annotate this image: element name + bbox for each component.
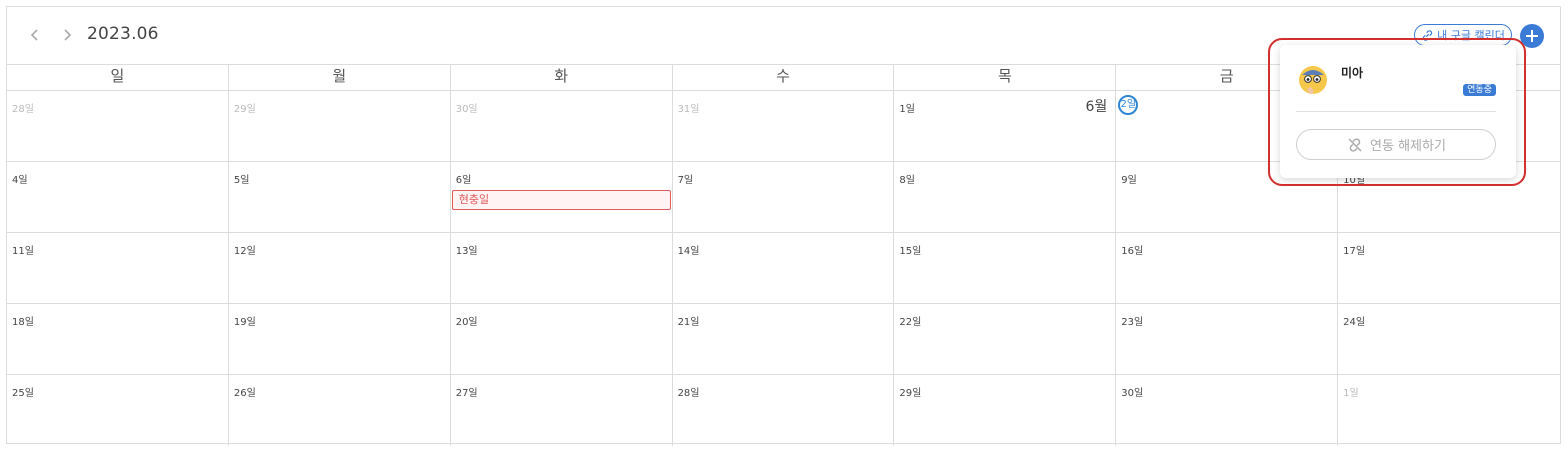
- day-number: 15일: [899, 246, 922, 257]
- month-title: 2023.06: [87, 24, 159, 44]
- plus-icon: [1526, 30, 1538, 42]
- day-number: 8일: [899, 175, 915, 186]
- prev-month-button[interactable]: [25, 23, 45, 47]
- day-number: 1일: [899, 104, 915, 115]
- day-cell[interactable]: 1일 6월: [894, 91, 1117, 161]
- day-number: 18일: [12, 317, 34, 328]
- day-cell[interactable]: 18일: [7, 304, 229, 374]
- day-cell[interactable]: 26일: [229, 375, 451, 446]
- day-cell[interactable]: 7일: [673, 162, 895, 232]
- day-cell[interactable]: 24일: [1338, 304, 1560, 374]
- status-badge: 연동중: [1463, 84, 1496, 96]
- day-number: 26일: [233, 388, 256, 399]
- day-number: 1일: [1343, 388, 1359, 399]
- day-cell[interactable]: 15일: [894, 233, 1117, 303]
- google-calendar-label: 내 구글 캘린더: [1437, 29, 1505, 42]
- day-number: 29일: [899, 388, 922, 399]
- link-icon: [1423, 29, 1433, 41]
- weekday-sunday: 일: [7, 65, 229, 90]
- day-cell[interactable]: 13일: [451, 233, 673, 303]
- unlink-icon: [1348, 137, 1362, 152]
- day-number: 19일: [233, 317, 256, 328]
- day-cell[interactable]: 4일: [7, 162, 229, 232]
- day-number: 24일: [1343, 317, 1366, 328]
- chevron-left-icon: [30, 29, 38, 41]
- day-number: 27일: [455, 388, 478, 399]
- day-cell[interactable]: 23일: [1116, 304, 1339, 374]
- week-row: 25일 26일 27일 28일 29일 30일 1일: [7, 375, 1560, 446]
- day-number: 16일: [1121, 246, 1144, 257]
- day-cell[interactable]: 14일: [673, 233, 895, 303]
- month-start-label: 6월: [1085, 99, 1108, 115]
- day-number: 23일: [1121, 317, 1144, 328]
- day-cell[interactable]: 20일: [451, 304, 673, 374]
- day-cell[interactable]: 31일: [673, 91, 895, 161]
- weekday-tuesday: 화: [451, 65, 673, 90]
- event-holiday[interactable]: 현충일: [451, 190, 671, 210]
- day-number: 25일: [12, 388, 34, 399]
- emoji-avatar-icon: [1296, 63, 1330, 97]
- day-number: 6일: [455, 175, 472, 186]
- day-number: 13일: [455, 246, 478, 257]
- divider: [1296, 111, 1496, 112]
- day-cell[interactable]: 29일: [894, 375, 1117, 446]
- unlink-button[interactable]: 연동 해제하기: [1296, 129, 1496, 160]
- day-number: 2일: [1118, 95, 1139, 115]
- day-cell[interactable]: 22일: [894, 304, 1117, 374]
- day-number: 21일: [677, 317, 700, 328]
- day-number: 5일: [233, 175, 250, 186]
- weekday-monday: 월: [229, 65, 451, 90]
- day-cell[interactable]: 1일: [1338, 375, 1560, 446]
- day-cell[interactable]: 29일: [229, 91, 451, 161]
- day-number: 14일: [677, 246, 700, 257]
- day-cell[interactable]: 6일현충일: [451, 162, 673, 232]
- day-number: 4일: [12, 175, 28, 186]
- day-cell[interactable]: 25일: [7, 375, 229, 446]
- add-event-button[interactable]: [1520, 24, 1544, 48]
- day-cell[interactable]: 30일: [451, 91, 673, 161]
- day-number: 22일: [899, 317, 922, 328]
- day-number: 11일: [12, 246, 34, 257]
- day-cell[interactable]: 5일: [229, 162, 451, 232]
- day-cell[interactable]: 19일: [229, 304, 451, 374]
- day-number: 7일: [677, 175, 694, 186]
- google-account-popup: 미아 연동중 연동 해제하기: [1280, 45, 1516, 178]
- unlink-label: 연동 해제하기: [1370, 139, 1446, 154]
- day-number: 30일: [1121, 388, 1144, 399]
- chevron-right-icon: [64, 29, 72, 41]
- day-cell[interactable]: 27일: [451, 375, 673, 446]
- day-number: 28일: [12, 104, 34, 115]
- day-number: 28일: [677, 388, 700, 399]
- day-number: 20일: [455, 317, 478, 328]
- day-number: 12일: [233, 246, 256, 257]
- day-cell[interactable]: 17일: [1338, 233, 1560, 303]
- day-number: 30일: [455, 104, 478, 115]
- day-number: 29일: [233, 104, 256, 115]
- day-cell[interactable]: 8일: [894, 162, 1117, 232]
- user-name: 미아: [1341, 66, 1364, 80]
- day-cell[interactable]: 30일: [1116, 375, 1339, 446]
- weekday-thursday: 목: [894, 65, 1117, 90]
- day-cell[interactable]: 11일: [7, 233, 229, 303]
- week-row: 18일 19일 20일 21일 22일 23일 24일: [7, 304, 1560, 375]
- weekday-wednesday: 수: [673, 65, 895, 90]
- day-number: 31일: [677, 104, 700, 115]
- google-calendar-button[interactable]: 내 구글 캘린더: [1414, 24, 1512, 46]
- day-cell[interactable]: 28일: [673, 375, 895, 446]
- day-cell[interactable]: 21일: [673, 304, 895, 374]
- day-cell[interactable]: 16일: [1116, 233, 1339, 303]
- day-cell[interactable]: 28일: [7, 91, 229, 161]
- next-month-button[interactable]: [57, 23, 77, 47]
- week-row: 11일 12일 13일 14일 15일 16일 17일: [7, 233, 1560, 304]
- day-number: 9일: [1121, 175, 1137, 186]
- day-cell[interactable]: 12일: [229, 233, 451, 303]
- day-number: 17일: [1343, 246, 1366, 257]
